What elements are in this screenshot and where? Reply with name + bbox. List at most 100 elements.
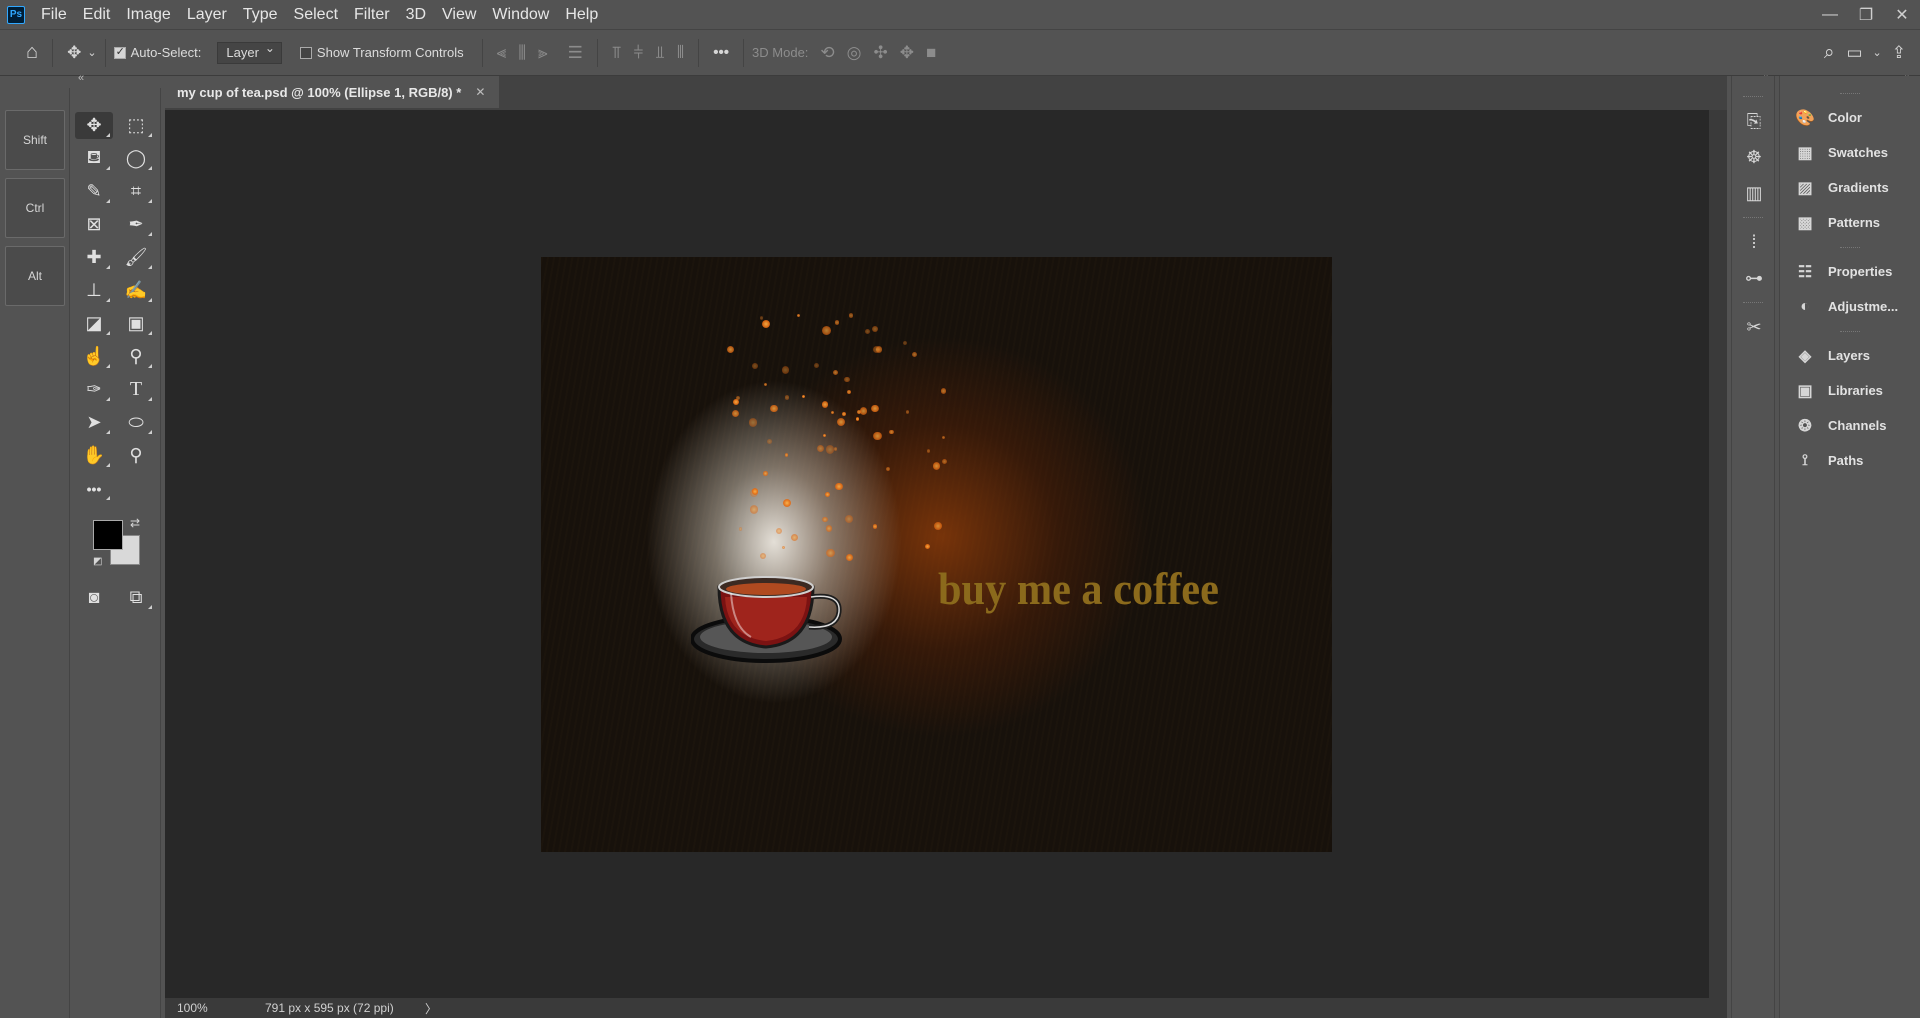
align-top-icon[interactable]: ⫪	[606, 43, 628, 63]
panel-layers[interactable]: ◈ Layers	[1780, 338, 1920, 373]
auto-select-toggle[interactable]: Auto-Select:	[113, 45, 201, 60]
gradient-icon[interactable]: ▣	[117, 310, 155, 337]
panel-paths[interactable]: ⟟ Paths	[1780, 443, 1920, 478]
type-icon[interactable]: T	[117, 376, 155, 403]
brush-settings-icon[interactable]: ⁞	[1732, 224, 1776, 260]
swap-colors-icon[interactable]: ⇄	[130, 516, 140, 530]
quick-selection-icon[interactable]: ✎	[75, 178, 113, 205]
zoom-level[interactable]: 100%	[165, 1001, 235, 1015]
pen-icon[interactable]: ✑	[75, 376, 113, 403]
panel-gradients[interactable]: ▨ Gradients	[1780, 170, 1920, 205]
document-tab[interactable]: my cup of tea.psd @ 100% (Ellipse 1, RGB…	[165, 76, 500, 108]
lasso-icon[interactable]: ◯	[117, 145, 155, 172]
align-right-icon[interactable]: ⫸	[532, 43, 554, 63]
menu-select[interactable]: Select	[286, 0, 346, 29]
panel-grip[interactable]	[1840, 93, 1860, 94]
panel-color[interactable]: 🎨 Color	[1780, 100, 1920, 135]
shift-key-button[interactable]: Shift	[5, 110, 65, 170]
search-icon[interactable]: ⌕	[1818, 42, 1841, 64]
crop-icon[interactable]: ⌗	[117, 178, 155, 205]
restore-icon[interactable]: ❐	[1848, 0, 1884, 29]
distribute-horizontal-icon[interactable]: ☰	[562, 43, 589, 63]
dodge-icon[interactable]: ⚲	[117, 343, 155, 370]
auto-select-dropdown[interactable]: Layer	[217, 41, 282, 64]
home-icon[interactable]: ⌂	[20, 41, 44, 64]
align-center-icon[interactable]: ⫼	[512, 43, 532, 63]
workspace-icon[interactable]: ▭	[1840, 43, 1868, 63]
menu-help[interactable]: Help	[557, 0, 606, 29]
ellipse-tool-icon[interactable]: ⬭	[117, 409, 155, 436]
history-brush-icon[interactable]: ✍	[117, 277, 155, 304]
histogram-icon[interactable]: ▥	[1732, 175, 1776, 211]
panel-channels[interactable]: ❂ Channels	[1780, 408, 1920, 443]
clone-stamp-icon[interactable]: ⊥	[75, 277, 113, 304]
default-colors-icon[interactable]: ◩	[93, 556, 102, 567]
eyedropper-icon[interactable]: ✒	[117, 211, 155, 238]
path-selection-icon[interactable]: ➤	[75, 409, 113, 436]
slide-3d-icon[interactable]: ✥	[894, 43, 920, 63]
more-options-icon[interactable]: •••	[707, 44, 735, 61]
align-left-icon[interactable]: ⫷	[491, 43, 513, 63]
share-icon[interactable]: ⇪	[1886, 43, 1912, 63]
healing-brush-icon[interactable]: ✚	[75, 244, 113, 271]
menu-file[interactable]: File	[33, 0, 75, 29]
ctrl-key-button[interactable]: Ctrl	[5, 178, 65, 238]
document-canvas[interactable]: buy me a coffee	[541, 257, 1332, 852]
brush-icon[interactable]: 🖌	[117, 244, 155, 271]
panel-properties[interactable]: ☷ Properties	[1780, 254, 1920, 289]
quick-mask-icon[interactable]: ◙	[75, 584, 113, 611]
canvas-workspace[interactable]: buy me a coffee	[165, 110, 1709, 998]
panel-grip[interactable]	[1743, 217, 1763, 218]
align-bottom-icon[interactable]: ⫫	[649, 43, 671, 63]
foreground-color-swatch[interactable]	[93, 520, 123, 550]
menu-type[interactable]: Type	[235, 0, 286, 29]
orbit-3d-icon[interactable]: ⟲	[814, 43, 840, 63]
show-transform-controls-toggle[interactable]: Show Transform Controls	[299, 45, 464, 60]
eraser-icon[interactable]: ◪	[75, 310, 113, 337]
frame-icon[interactable]: ⊠	[75, 211, 113, 238]
screen-mode-icon[interactable]: ⧉	[117, 584, 155, 611]
hand-icon[interactable]: ✋	[75, 442, 113, 469]
menu-filter[interactable]: Filter	[346, 0, 398, 29]
alt-key-button[interactable]: Alt	[5, 246, 65, 306]
menu-layer[interactable]: Layer	[179, 0, 235, 29]
brushes-icon[interactable]: ⊶	[1732, 260, 1776, 296]
chevron-down-icon[interactable]: ⌄	[87, 46, 96, 59]
menu-view[interactable]: View	[434, 0, 484, 29]
chevron-down-icon[interactable]: ⌄	[1869, 46, 1886, 59]
move-tool-icon[interactable]: ✥	[75, 112, 113, 139]
panel-libraries[interactable]: ▣ Libraries	[1780, 373, 1920, 408]
distribute-vertical-icon[interactable]: ⦀	[671, 43, 690, 63]
edit-toolbar-icon[interactable]: •••	[75, 475, 113, 502]
panel-grip[interactable]	[1743, 302, 1763, 303]
close-tab-icon[interactable]: ✕	[475, 85, 485, 99]
transform-controls-checkbox[interactable]	[299, 46, 312, 59]
zoom-icon[interactable]: ⚲	[117, 442, 155, 469]
panel-swatches[interactable]: ▦ Swatches	[1780, 135, 1920, 170]
pan-3d-icon[interactable]: ✣	[868, 43, 894, 63]
panel-adjustments[interactable]: ◐ Adjustme...	[1780, 289, 1920, 324]
paint-bucket-icon[interactable]: ⛾	[75, 145, 113, 172]
status-menu-arrow-icon[interactable]: 〉	[425, 1000, 437, 1017]
menu-edit[interactable]: Edit	[75, 0, 119, 29]
vertical-scrollbar[interactable]	[1709, 110, 1727, 1018]
roll-3d-icon[interactable]: ◎	[841, 43, 868, 63]
menu-image[interactable]: Image	[118, 0, 178, 29]
navigator-icon[interactable]: ☸	[1732, 139, 1776, 175]
move-tool-icon[interactable]: ✥	[61, 43, 87, 63]
menu-window[interactable]: Window	[484, 0, 557, 29]
collapse-toolbar-icon[interactable]: «	[78, 72, 84, 84]
smudge-icon[interactable]: ☝	[75, 343, 113, 370]
rectangular-marquee-icon[interactable]: ⬚	[117, 112, 155, 139]
auto-select-checkbox[interactable]	[113, 45, 126, 59]
align-middle-icon[interactable]: ⫩	[627, 43, 649, 63]
minimize-icon[interactable]: —	[1812, 0, 1848, 29]
panel-patterns[interactable]: ▩ Patterns	[1780, 205, 1920, 240]
history-icon[interactable]: ⎘	[1732, 103, 1776, 139]
menu-3d[interactable]: 3D	[398, 0, 434, 29]
tool-presets-icon[interactable]: ✂	[1732, 309, 1776, 345]
panel-grip[interactable]	[1743, 96, 1763, 97]
panel-grip[interactable]	[1840, 331, 1860, 332]
camera-3d-icon[interactable]: ■	[920, 43, 942, 63]
close-icon[interactable]: ✕	[1884, 0, 1920, 29]
